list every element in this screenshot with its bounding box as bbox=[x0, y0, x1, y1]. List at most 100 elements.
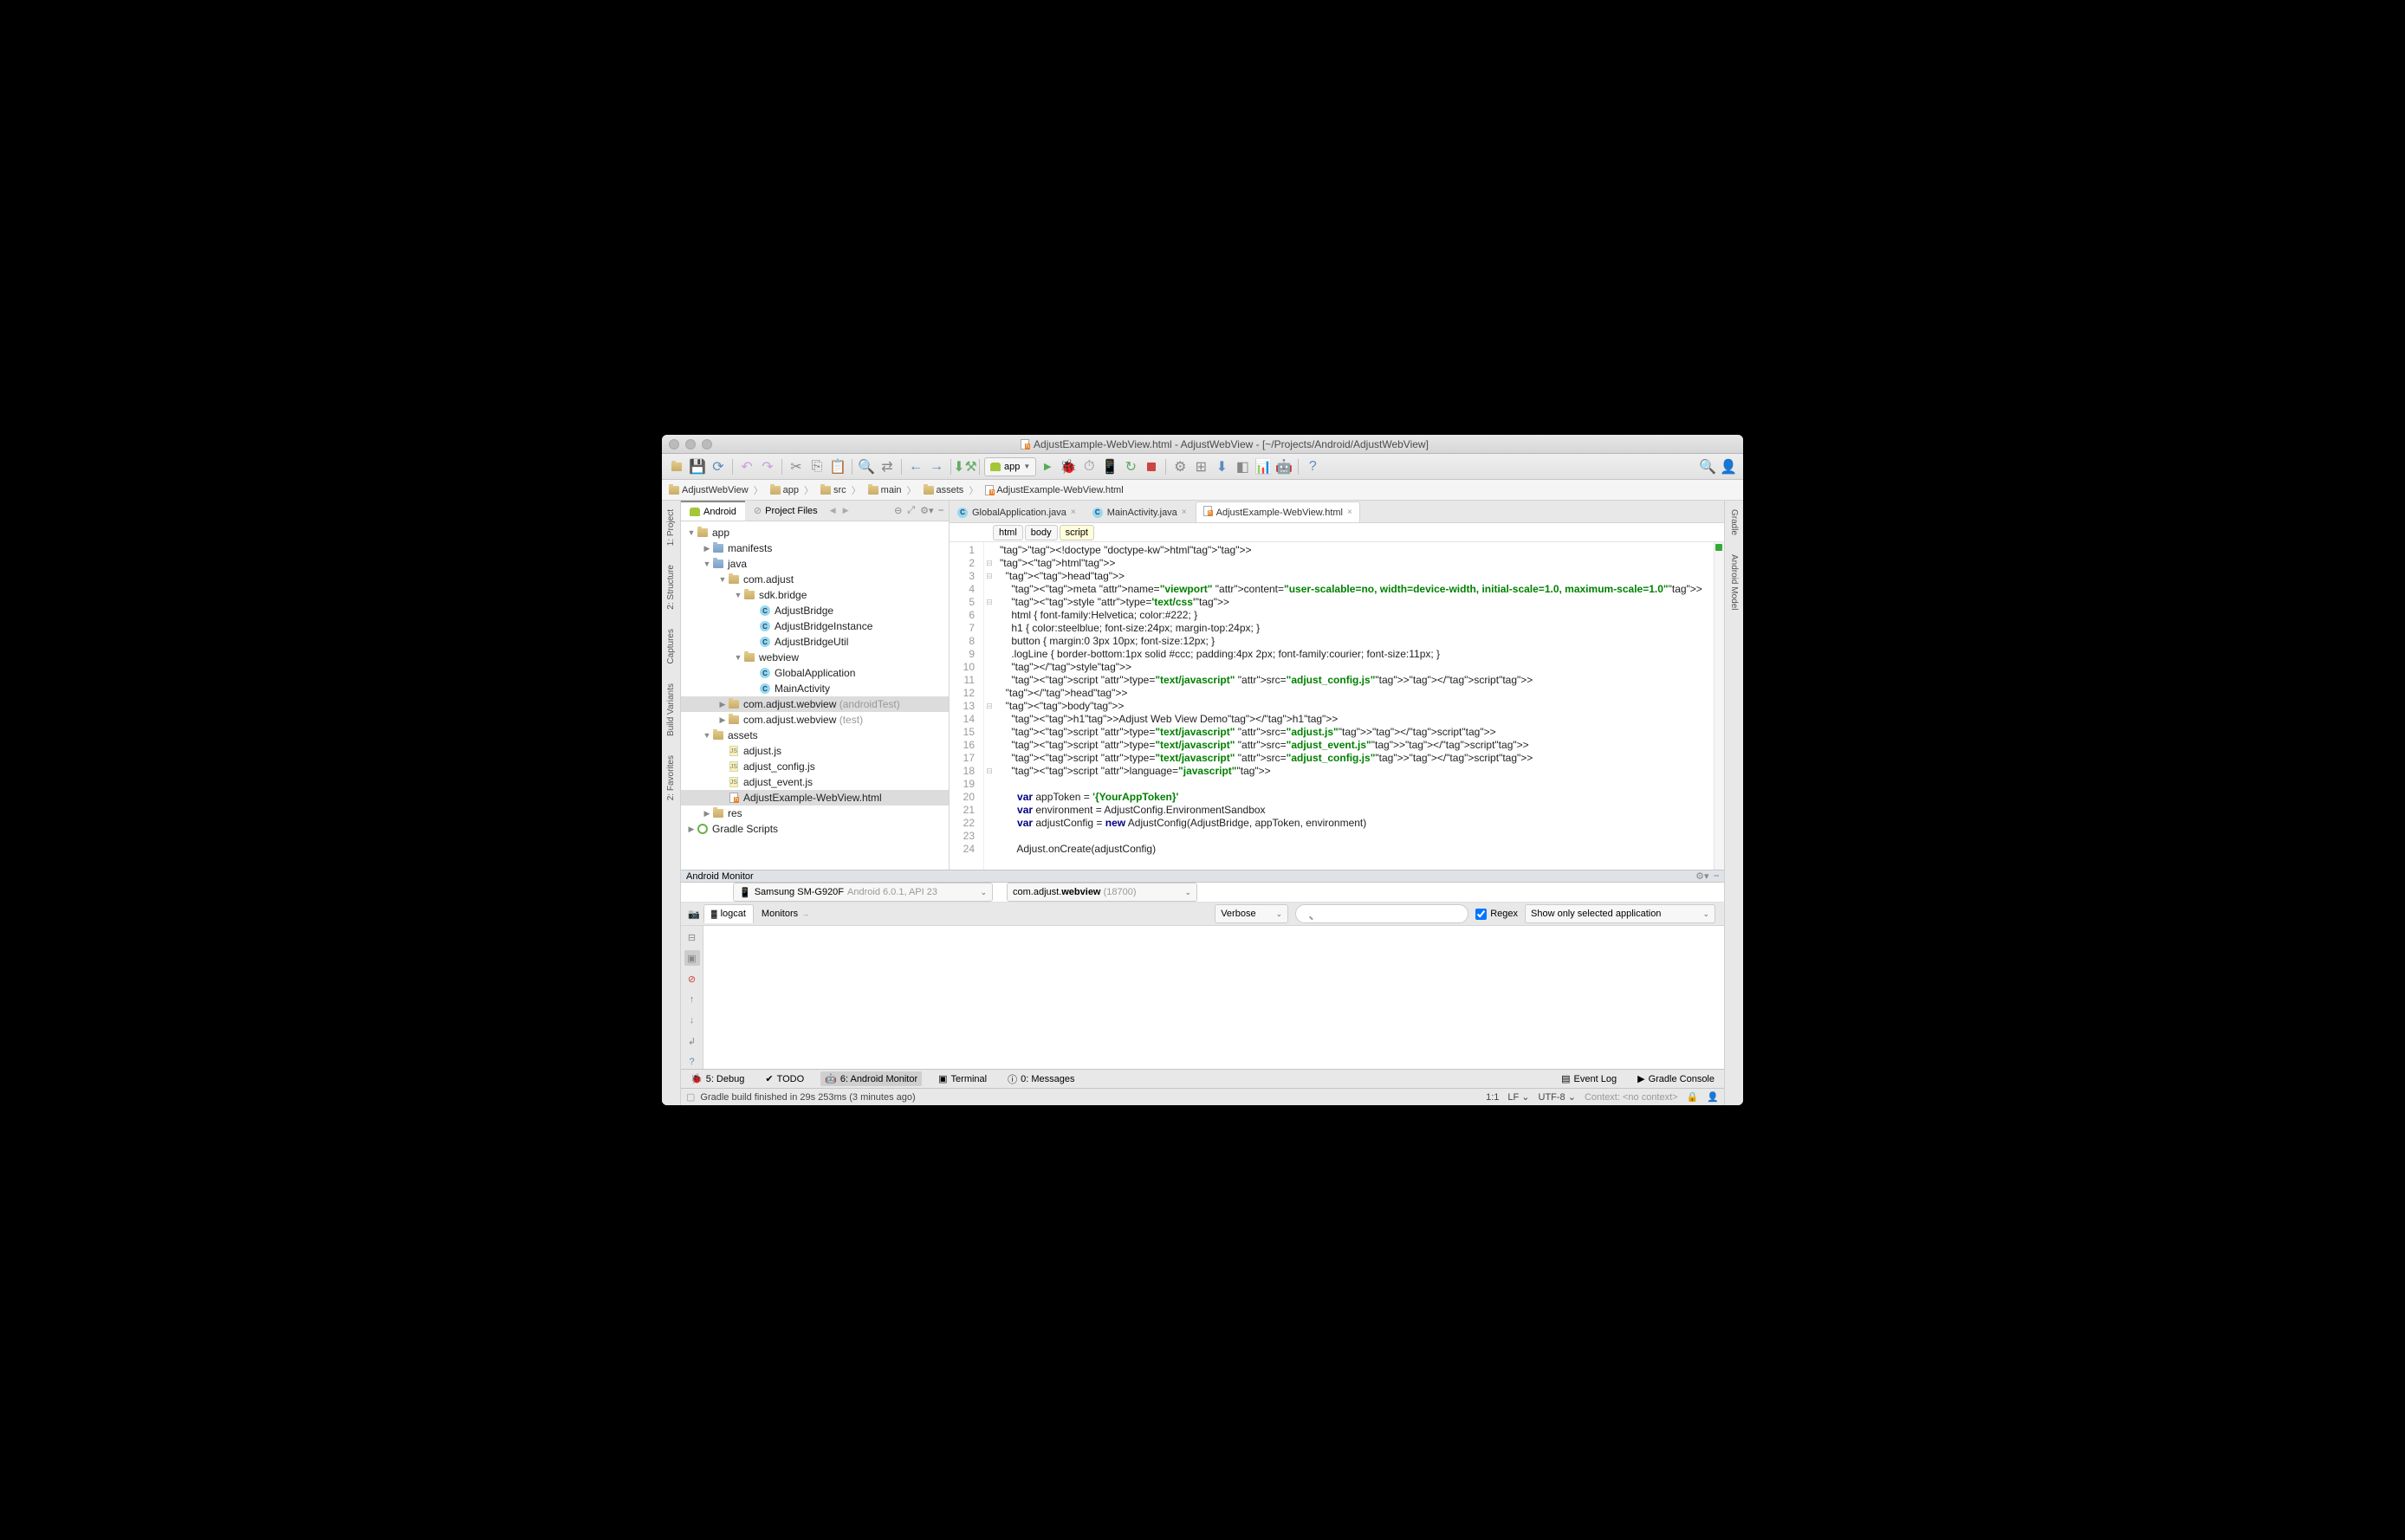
profile-button[interactable]: ⏱ bbox=[1079, 457, 1099, 476]
forward-button[interactable]: → bbox=[927, 457, 946, 476]
expand-arrow-icon[interactable]: ▼ bbox=[686, 528, 697, 537]
scroll-right-icon[interactable]: ▶ bbox=[839, 506, 852, 515]
tool-window-tab[interactable]: Captures bbox=[666, 624, 676, 670]
tree-node[interactable]: CMainActivity bbox=[681, 681, 949, 696]
breadcrumb-item[interactable]: assets bbox=[920, 483, 982, 497]
log-search-input[interactable] bbox=[1295, 904, 1468, 923]
logcat-output[interactable] bbox=[703, 926, 1724, 1073]
debug-button[interactable]: 🐞 bbox=[1059, 457, 1078, 476]
soft-wrap-button[interactable]: ↲ bbox=[684, 1033, 700, 1049]
monitors-tab[interactable]: Monitors→ bbox=[754, 904, 817, 923]
expand-arrow-icon[interactable]: ▼ bbox=[702, 731, 712, 740]
help-button[interactable]: ? bbox=[1303, 457, 1322, 476]
bottom-tool-tab[interactable]: 🐞 5: Debug bbox=[686, 1071, 749, 1086]
status-icon[interactable]: ▢ bbox=[686, 1091, 695, 1103]
editor-breadcrumb-item[interactable]: html bbox=[993, 525, 1023, 540]
inspector-icon[interactable]: 👤 bbox=[1707, 1091, 1719, 1103]
breadcrumb-item[interactable]: AdjustWebView bbox=[665, 483, 767, 497]
sync-button[interactable]: ⟳ bbox=[709, 457, 728, 476]
screenshot-button[interactable]: 📷 bbox=[686, 906, 702, 922]
tree-node[interactable]: ▼java bbox=[681, 556, 949, 572]
stop-button[interactable] bbox=[1142, 457, 1161, 476]
process-selector[interactable]: com.adjust.webview (18700) ⌄ bbox=[1007, 883, 1197, 902]
expand-arrow-icon[interactable]: ▶ bbox=[717, 700, 728, 709]
run-config-selector[interactable]: app ▼ bbox=[984, 457, 1036, 476]
tree-node[interactable]: ▶res bbox=[681, 806, 949, 821]
overview-ruler[interactable] bbox=[1714, 542, 1724, 870]
expand-arrow-icon[interactable]: ▶ bbox=[686, 825, 697, 834]
editor-tab[interactable]: CMainActivity.java× bbox=[1085, 501, 1195, 522]
settings-icon[interactable]: ⚙▾ bbox=[1695, 870, 1708, 882]
editor-tab[interactable]: AdjustExample-WebView.html× bbox=[1196, 501, 1360, 522]
tool-window-tab[interactable]: Build Variants bbox=[666, 678, 676, 741]
expand-arrow-icon[interactable]: ▼ bbox=[717, 575, 728, 584]
bottom-tool-tab[interactable]: 🤖 6: Android Monitor bbox=[820, 1071, 922, 1086]
code-content[interactable]: "tag">"tag"><!doctype "doctype-kw">html"… bbox=[995, 542, 1714, 870]
minimize-window-button[interactable] bbox=[685, 439, 696, 450]
breadcrumb-item[interactable]: src bbox=[817, 483, 865, 497]
save-button[interactable]: 💾 bbox=[688, 457, 707, 476]
zoom-window-button[interactable] bbox=[702, 439, 712, 450]
filter-selector[interactable]: Show only selected application ⌄ bbox=[1525, 904, 1715, 923]
terminate-button[interactable]: ⊘ bbox=[684, 971, 700, 987]
tool-window-tab[interactable]: Gradle bbox=[1729, 504, 1739, 540]
bottom-tool-tab[interactable]: ⓘ 0: Messages bbox=[1003, 1071, 1079, 1088]
down-button[interactable]: ↓ bbox=[684, 1013, 700, 1028]
tree-node[interactable]: ▶com.adjust.webview (androidTest) bbox=[681, 696, 949, 712]
encoding[interactable]: UTF-8 ⌄ bbox=[1539, 1091, 1576, 1103]
hide-button[interactable]: ⎯ bbox=[1715, 870, 1720, 882]
expand-arrow-icon[interactable]: ▼ bbox=[702, 560, 712, 568]
regex-checkbox[interactable]: Regex bbox=[1475, 909, 1518, 920]
apply-changes-button[interactable]: ↻ bbox=[1121, 457, 1140, 476]
log-level-selector[interactable]: Verbose ⌄ bbox=[1215, 904, 1288, 923]
tree-node[interactable]: ▼sdk.bridge bbox=[681, 587, 949, 603]
device-selector[interactable]: 📱 Samsung SM-G920F Android 6.0.1, API 23… bbox=[733, 883, 993, 902]
close-tab-icon[interactable]: × bbox=[1347, 508, 1352, 517]
regex-checkbox-input[interactable] bbox=[1475, 909, 1487, 920]
replace-button[interactable]: ⇄ bbox=[878, 457, 897, 476]
help-button[interactable]: ? bbox=[684, 1054, 700, 1070]
redo-button[interactable]: ↷ bbox=[758, 457, 777, 476]
editor-breadcrumb-item[interactable]: body bbox=[1025, 525, 1058, 540]
theme-editor-button[interactable]: ◧ bbox=[1233, 457, 1252, 476]
copy-button[interactable]: ⎘ bbox=[807, 457, 827, 476]
tree-node[interactable]: ▼webview bbox=[681, 650, 949, 665]
scroll-from-source-button[interactable]: ⤢ bbox=[907, 505, 915, 516]
bottom-tool-tab[interactable]: ▤ Event Log bbox=[1557, 1071, 1621, 1086]
android-robot-icon[interactable]: 🤖 bbox=[1274, 457, 1293, 476]
undo-button[interactable]: ↶ bbox=[737, 457, 756, 476]
close-tab-icon[interactable]: × bbox=[1182, 508, 1187, 517]
line-separator[interactable]: LF ⌄ bbox=[1507, 1091, 1529, 1103]
editor-breadcrumb-item[interactable]: script bbox=[1060, 525, 1094, 540]
editor-tab[interactable]: CGlobalApplication.java× bbox=[950, 501, 1084, 522]
lock-icon[interactable]: 🔒 bbox=[1687, 1091, 1699, 1103]
up-button[interactable]: ↑ bbox=[684, 992, 700, 1007]
device-monitor-button[interactable]: 📊 bbox=[1254, 457, 1273, 476]
expand-arrow-icon[interactable]: ▶ bbox=[702, 809, 712, 819]
tool-window-tab[interactable]: Android Model bbox=[1729, 549, 1739, 615]
tool-window-tab[interactable]: 1: Project bbox=[666, 504, 676, 551]
tree-node[interactable]: ▶manifests bbox=[681, 540, 949, 556]
tool-window-tab[interactable]: 2: Favorites bbox=[666, 750, 676, 806]
fold-gutter[interactable]: ⊟⊟ ⊟ ⊟ ⊟ bbox=[984, 542, 995, 870]
close-tab-icon[interactable]: × bbox=[1071, 508, 1076, 517]
close-window-button[interactable] bbox=[669, 439, 679, 450]
breadcrumb-item[interactable]: main bbox=[865, 483, 920, 497]
breadcrumb-item[interactable]: app bbox=[767, 483, 817, 497]
hide-button[interactable]: ⎯ bbox=[939, 505, 944, 516]
tree-node[interactable]: CAdjustBridgeUtil bbox=[681, 634, 949, 650]
layout-inspector-button[interactable]: ⬇ bbox=[1212, 457, 1231, 476]
tree-node[interactable]: JSadjust_config.js bbox=[681, 759, 949, 774]
tool-window-tab[interactable]: 2: Structure bbox=[666, 560, 676, 615]
project-tree[interactable]: ▼app▶manifests▼java▼com.adjust▼sdk.bridg… bbox=[681, 521, 949, 870]
run-button[interactable]: ▶ bbox=[1038, 457, 1057, 476]
back-button[interactable]: ← bbox=[906, 457, 925, 476]
logcat-tab[interactable]: ▓logcat bbox=[703, 904, 754, 923]
cut-button[interactable]: ✂ bbox=[787, 457, 806, 476]
find-button[interactable]: 🔍 bbox=[857, 457, 876, 476]
context-indicator[interactable]: Context: <no context> bbox=[1585, 1092, 1678, 1103]
caret-position[interactable]: 1:1 bbox=[1486, 1092, 1499, 1103]
scroll-left-icon[interactable]: ◀ bbox=[827, 506, 839, 515]
settings-icon[interactable]: ⚙▾ bbox=[920, 505, 933, 516]
tree-node[interactable]: AdjustExample-WebView.html bbox=[681, 790, 949, 806]
